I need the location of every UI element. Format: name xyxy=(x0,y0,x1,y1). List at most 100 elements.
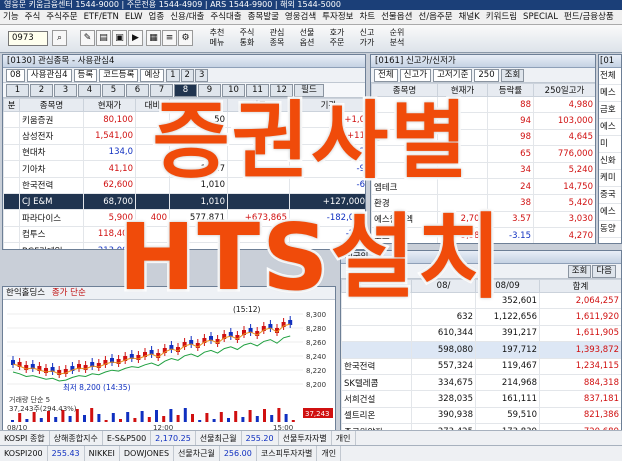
menu-item[interactable]: 펀드/금융상품 xyxy=(561,10,617,24)
table-row[interactable]: 서희건설 328,035 161,111 837,181 xyxy=(341,390,621,408)
menu-item[interactable]: 종목발굴 xyxy=(245,10,282,24)
menu-item[interactable]: 주식대출 xyxy=(207,10,244,24)
menu-item[interactable]: 주식주문 xyxy=(43,10,80,24)
new-high-control[interactable]: 전체 xyxy=(374,69,398,82)
volume-bar xyxy=(255,416,259,422)
video-icon[interactable]: ▶ xyxy=(128,30,143,46)
stock-code-input[interactable]: 0973 xyxy=(8,31,48,46)
stock-name[interactable]: SK텔레콤 xyxy=(341,373,412,392)
watchlist-page-button[interactable]: 1 xyxy=(166,69,180,82)
stock-name[interactable]: 한국전력 xyxy=(341,357,412,375)
menu-item[interactable]: 기능 xyxy=(0,10,22,24)
new-high-control[interactable]: 250 xyxy=(474,69,499,82)
status-field[interactable]: 상해종합지수 xyxy=(50,431,103,446)
status-field[interactable]: KOSPI200 xyxy=(0,446,48,461)
stock-name[interactable] xyxy=(341,308,412,326)
menu-item[interactable]: 업종 xyxy=(146,10,168,24)
toolbar-button[interactable]: 신고 가가 xyxy=(354,28,380,48)
status-field[interactable]: 256.00 xyxy=(220,446,257,461)
net-buy-day-2: 161,111 xyxy=(475,390,540,408)
stock-name[interactable]: 서희건설 xyxy=(341,390,412,408)
gear-icon[interactable]: ⚙ xyxy=(178,30,193,46)
status-field[interactable]: NIKKEI xyxy=(85,446,120,461)
volume-bar xyxy=(212,419,216,422)
menu-item[interactable]: 주식 xyxy=(22,10,44,24)
menu-item[interactable]: 차트 xyxy=(356,10,378,24)
volume-bar xyxy=(140,411,144,422)
volume-bar xyxy=(18,413,22,422)
menu-item[interactable]: 영웅검색 xyxy=(282,10,319,24)
stock-name[interactable] xyxy=(341,341,412,359)
menu-item[interactable]: 선/옵주문 xyxy=(415,10,455,24)
watchlist-control[interactable]: 등록 xyxy=(73,69,98,82)
menu-item[interactable]: ELW xyxy=(122,10,146,24)
y-tick-label: 8,300 xyxy=(306,311,326,319)
chart-icon[interactable]: ▤ xyxy=(96,30,111,46)
status-field[interactable]: 255.43 xyxy=(48,446,85,461)
watchlist-control[interactable]: 코드등록 xyxy=(99,69,139,82)
menu-item[interactable]: 키워드림 xyxy=(483,10,520,24)
intraday-chart[interactable]: 8,3008,2808,2608,2408,2208,200(15:12)최저 … xyxy=(3,300,335,431)
stock-name[interactable] xyxy=(341,324,412,343)
volume-bar xyxy=(75,409,79,422)
volume-bar xyxy=(68,416,72,422)
menu-item[interactable]: 신용/대출 xyxy=(167,10,207,24)
volume-bar xyxy=(284,414,288,422)
watchlist-control[interactable]: 예상 xyxy=(140,69,165,82)
status-field[interactable]: E-S&P500 xyxy=(103,431,152,446)
monitor-icon[interactable]: ▣ xyxy=(112,30,127,46)
new-high-control[interactable]: 고저기준 xyxy=(433,69,473,82)
toolbar-button[interactable]: 관심 종목 xyxy=(264,28,290,48)
volume-bar xyxy=(133,418,137,422)
status-field[interactable]: 선물투자자별 xyxy=(279,431,332,446)
new-high-control[interactable]: 조회 xyxy=(500,69,525,82)
status-field[interactable]: 선물차근월 xyxy=(174,446,220,461)
toolbar-button[interactable]: 호가 주문 xyxy=(324,28,350,48)
volume-bar xyxy=(104,420,108,422)
y-tick-label: 8,260 xyxy=(306,339,326,347)
watchlist-control[interactable]: 08 xyxy=(6,69,25,82)
volume-bar xyxy=(90,408,94,422)
net-buy-day-1: 334,675 xyxy=(411,373,476,392)
status-field[interactable]: 255.20 xyxy=(242,431,279,446)
watchlist-page-button[interactable]: 3 xyxy=(194,69,209,82)
status-field[interactable]: DOWJONES xyxy=(120,446,175,461)
status-field[interactable]: 개인 xyxy=(317,446,342,461)
volume-bar xyxy=(277,408,281,422)
table-row[interactable]: 598,080 197,712 1,393,872 xyxy=(341,341,621,359)
pencil-icon[interactable]: ✎ xyxy=(80,30,95,46)
volume-bar xyxy=(205,413,209,422)
table-row[interactable]: SK텔레콤 334,675 214,968 884,318 xyxy=(341,373,621,392)
table-row[interactable]: 610,344 391,217 1,611,905 xyxy=(341,324,621,343)
stock-name[interactable]: 셀트리온 xyxy=(341,406,412,425)
volume-label: 거래량 단순 5 xyxy=(9,395,50,404)
menu-item[interactable]: SPECIAL xyxy=(520,10,561,24)
new-high-control[interactable]: 신고가 xyxy=(399,69,432,82)
volume-bar xyxy=(119,419,122,422)
net-buy-day-1: 598,080 xyxy=(411,341,476,359)
table-row[interactable]: 셀트리온 390,938 59,510 821,386 xyxy=(341,406,621,425)
toolbar-button[interactable]: 순위 분석 xyxy=(384,28,410,48)
volume-bar xyxy=(162,416,166,422)
status-field[interactable]: 개인 xyxy=(332,431,356,446)
status-field[interactable]: 코스피투자자별 xyxy=(257,446,318,461)
menu-item[interactable]: ETF/ETN xyxy=(81,10,122,24)
toolbar-button[interactable]: 선물 옵션 xyxy=(294,28,320,48)
menu-item[interactable]: 선물옵션 xyxy=(378,10,415,24)
menu-item[interactable]: 채널K xyxy=(456,10,483,24)
status-field[interactable]: 선물최근월 xyxy=(196,431,242,446)
window-icon[interactable]: ▦ xyxy=(146,30,161,46)
toolbar-button[interactable]: 추천 메뉴 xyxy=(204,28,230,48)
watchlist-page-button[interactable]: 2 xyxy=(180,69,194,82)
watchlist-control[interactable]: 사용관심4 xyxy=(26,69,72,82)
menu-item[interactable]: 투자정보 xyxy=(319,10,356,24)
list-icon[interactable]: ≡ xyxy=(162,30,177,46)
status-field[interactable]: 2,170.25 xyxy=(151,431,196,446)
net-buy-sum: 837,181 xyxy=(539,390,621,408)
side-item[interactable]: 전체 xyxy=(599,68,621,85)
search-icon[interactable]: ⌕ xyxy=(52,30,67,46)
table-row[interactable]: 한국전력 557,324 119,467 1,234,115 xyxy=(341,357,621,375)
toolbar-button[interactable]: 주식 통화 xyxy=(234,28,260,48)
table-row[interactable]: 632 1,122,656 1,611,920 xyxy=(341,308,621,326)
status-field[interactable]: KOSPI 종합 xyxy=(0,431,50,446)
